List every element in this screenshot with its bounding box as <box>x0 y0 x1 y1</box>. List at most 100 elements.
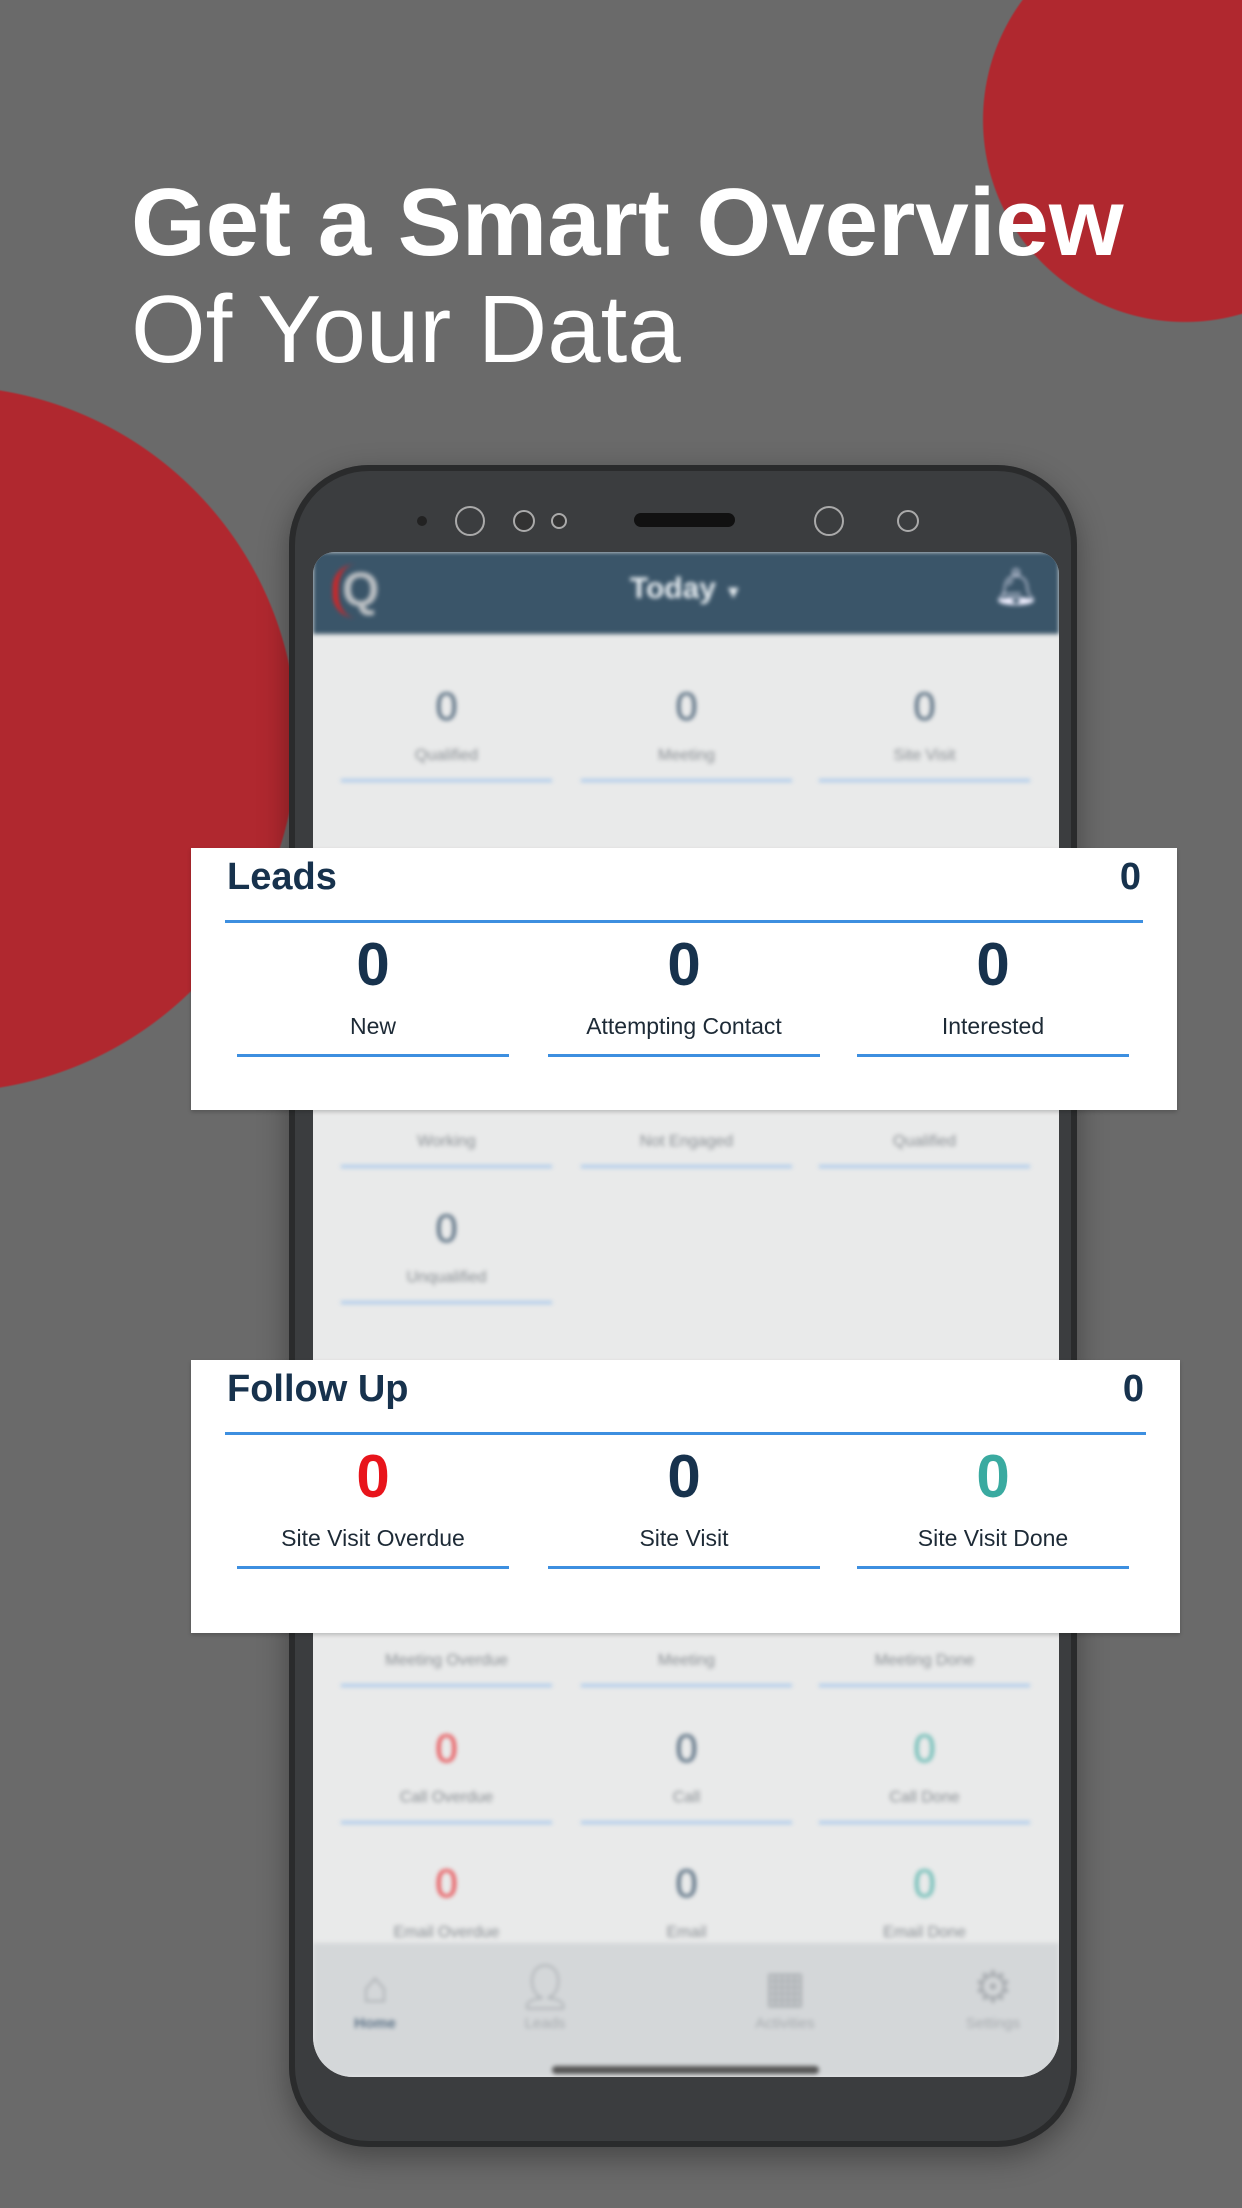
home-indicator <box>552 2066 819 2074</box>
kpi-underline <box>548 1566 820 1569</box>
stat-label: Qualified <box>414 747 479 764</box>
leads-title: Leads <box>227 856 337 898</box>
dashboard-background: Q Today ▼ 🔔︎ 0 Qualified 0 Meeting 0 Site Vis… <box>313 552 1059 2077</box>
stat-label: Email Done <box>883 1924 966 1941</box>
stat-label: Email Overdue <box>393 1924 500 1941</box>
leads-card[interactable]: Leads 0 0 New 0 Attempting Contact 0 Interest… <box>191 848 1177 1110</box>
stat-tile[interactable]: 0 Email Done <box>819 1859 1030 1945</box>
kpi-label: New <box>349 1013 396 1039</box>
leads-count: 0 <box>1119 856 1141 898</box>
stat-label: Call <box>672 1789 701 1806</box>
divider <box>225 1432 1146 1435</box>
stat-tile[interactable]: 0 Unqualified <box>341 1204 552 1304</box>
stat-label: Email <box>666 1924 707 1941</box>
stat-label: Call Overdue <box>399 1789 494 1806</box>
nav-label: Activities <box>755 2015 815 2032</box>
kpi-value: 0 <box>356 1443 390 1510</box>
stat-label: Not Engaged <box>639 1133 734 1150</box>
camera-icon <box>455 506 485 536</box>
headline-title: Get a Smart Overview <box>131 169 1124 276</box>
stat-underline <box>581 1684 792 1687</box>
kpi-tile[interactable]: 0 New <box>237 930 509 1057</box>
stat-tile[interactable]: 0 Call Overdue <box>341 1724 552 1824</box>
stat-value: 0 <box>675 1727 698 1771</box>
stat-tile[interactable]: 0 Site Visit <box>819 682 1030 782</box>
stat-underline <box>341 1821 552 1824</box>
stat-underline <box>581 779 792 782</box>
stat-value: 0 <box>675 1862 698 1906</box>
stat-underline <box>819 1165 1030 1168</box>
stat-underline <box>819 779 1030 782</box>
stat-underline <box>341 1301 552 1304</box>
stat-tile[interactable]: 0 Call Done <box>819 1724 1030 1824</box>
stat-underline <box>341 779 552 782</box>
kpi-tile[interactable]: 0 Attempting Contact <box>548 930 820 1057</box>
stat-label: Qualified <box>892 1133 957 1150</box>
stat-label: Meeting <box>658 1652 715 1669</box>
stat-value: 0 <box>435 1207 458 1251</box>
follow-up-card[interactable]: Follow Up 0 0 Site Visit Overdue 0 Site Vis… <box>191 1360 1180 1633</box>
nav-item-settings[interactable]: ⚙ Settings <box>933 1961 1053 2032</box>
app-bar: Q Today ▼ 🔔︎ <box>313 552 1059 634</box>
nav-label: Settings <box>965 2015 1021 2032</box>
kpi-value: 0 <box>667 1443 701 1510</box>
kpi-value: 0 <box>976 1443 1010 1510</box>
kpi-label: Site Visit Done <box>917 1525 1069 1551</box>
follow-up-title: Follow Up <box>227 1368 409 1410</box>
calendar-icon: ▦ <box>764 1963 806 2012</box>
divider <box>225 920 1143 923</box>
nav-item-leads[interactable]: 👤︎ Leads <box>485 1961 605 2032</box>
stat-tile[interactable]: 0 Call <box>581 1724 792 1824</box>
stat-tile[interactable]: 0 Meeting <box>581 682 792 782</box>
stat-underline <box>581 1821 792 1824</box>
kpi-tile[interactable]: 0 Site Visit Overdue <box>237 1442 509 1569</box>
stat-underline <box>581 1165 792 1168</box>
stat-underline <box>819 1821 1030 1824</box>
stat-tile[interactable]: 0 Qualified <box>341 682 552 782</box>
kpi-value: 0 <box>976 931 1010 998</box>
sensor-icon <box>897 510 919 532</box>
sensor-icon <box>417 516 427 526</box>
kpi-tile[interactable]: 0 Interested <box>857 930 1129 1057</box>
stat-value: 0 <box>435 1727 458 1771</box>
sensor-icon <box>551 513 567 529</box>
kpi-label: Site Visit Overdue <box>281 1525 465 1551</box>
stat-tile[interactable]: 0 Email Overdue <box>341 1859 552 1945</box>
stat-label: Meeting Done <box>874 1652 975 1669</box>
period-label: Today <box>629 572 716 605</box>
stat-value: 0 <box>913 1862 936 1906</box>
kpi-underline <box>237 1054 509 1057</box>
phone-screen: Q Today ▼ 🔔︎ 0 Qualified 0 Meeting 0 Site Vis… <box>313 552 1059 2077</box>
kpi-underline <box>548 1054 820 1057</box>
stat-tile[interactable]: 0 Email <box>581 1859 792 1945</box>
headline-subtitle: Of Your Data <box>131 276 681 383</box>
kpi-tile[interactable]: 0 Site Visit <box>548 1442 820 1569</box>
bell-icon[interactable]: 🔔︎ <box>993 566 1039 608</box>
stat-underline <box>341 1684 552 1687</box>
speaker-grille <box>634 513 735 527</box>
stat-label: Meeting Overdue <box>385 1652 508 1669</box>
kpi-value: 0 <box>356 931 390 998</box>
nav-label: Home <box>354 2015 396 2032</box>
period-selector[interactable]: Today ▼ <box>313 572 1059 606</box>
home-icon: ⌂ <box>361 1963 389 2012</box>
nav-item-activities[interactable]: ▦ Activities <box>725 1961 845 2032</box>
kpi-tile[interactable]: 0 Site Visit Done <box>857 1442 1129 1569</box>
bottom-nav: ⌂ Home 👤︎ Leads ▦ Activities ⚙ Settings <box>313 1943 1059 2077</box>
stat-underline <box>341 1165 552 1168</box>
kpi-value: 0 <box>667 931 701 998</box>
nav-item-home[interactable]: ⌂ Home <box>315 1961 435 2032</box>
caret-down-icon: ▼ <box>724 582 743 602</box>
sensor-icon <box>513 510 535 532</box>
camera-icon <box>814 506 844 536</box>
stat-value: 0 <box>435 1862 458 1906</box>
gear-icon: ⚙ <box>973 1963 1013 2012</box>
stat-value: 0 <box>913 685 936 729</box>
stat-label: Unqualified <box>406 1269 487 1286</box>
stat-value: 0 <box>675 685 698 729</box>
person-icon: 👤︎ <box>517 1963 573 2012</box>
stat-label: Meeting <box>658 747 715 764</box>
stat-underline <box>819 1684 1030 1687</box>
kpi-label: Attempting Contact <box>586 1013 782 1039</box>
kpi-underline <box>857 1566 1129 1569</box>
